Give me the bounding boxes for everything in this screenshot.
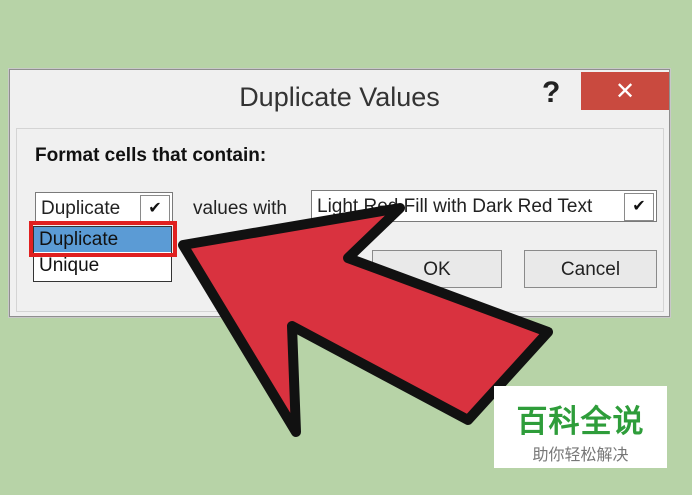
logo-subtitle: 助你轻松解决 <box>532 447 629 464</box>
logo-title: 百科全说 <box>516 404 645 439</box>
watermark-logo: 百科全说 助你轻松解决 <box>494 386 667 468</box>
